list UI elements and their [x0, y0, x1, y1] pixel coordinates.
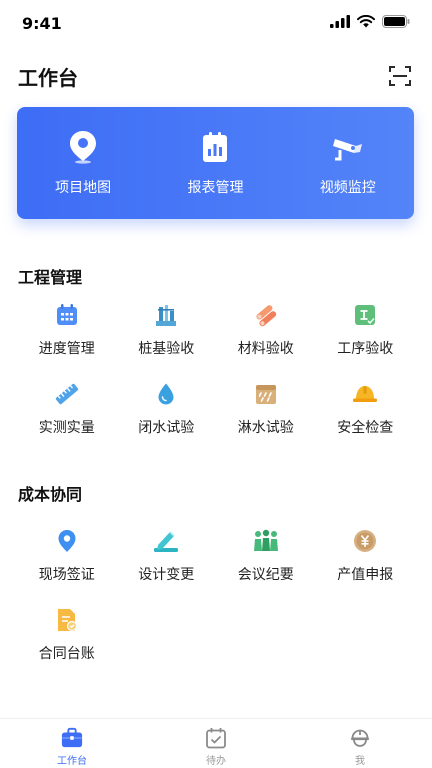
- grid-label: 会议纪要: [237, 567, 294, 583]
- hero-label: 项目地图: [55, 180, 112, 196]
- report-icon: [197, 129, 233, 165]
- hero-label: 报表管理: [187, 180, 244, 196]
- tab-label: 待办: [206, 756, 226, 767]
- report-management-button[interactable]: 报表管理: [160, 129, 270, 197]
- closed-water-test-item[interactable]: 闭水试验: [117, 381, 217, 437]
- scan-button[interactable]: [388, 64, 412, 88]
- tab-workbench[interactable]: 工作台: [0, 719, 144, 768]
- grid-label: 淋水试验: [237, 420, 294, 436]
- tab-me[interactable]: 我: [288, 719, 432, 768]
- grid-label: 工序验收: [337, 341, 394, 357]
- status-icons: [330, 15, 410, 28]
- calendar-icon: [54, 302, 80, 328]
- meeting-icon: [253, 528, 279, 554]
- section-title-cost: 成本协同: [18, 485, 83, 504]
- grid-label: 产值申报: [337, 567, 394, 583]
- measurement-item[interactable]: 实测实量: [17, 381, 117, 437]
- status-bar: 9:41: [0, 0, 432, 46]
- grid-label: 进度管理: [38, 341, 95, 357]
- battery-icon: [382, 15, 410, 28]
- meeting-minutes-item[interactable]: 会议纪要: [216, 528, 316, 584]
- grid-label: 闭水试验: [138, 420, 195, 436]
- grid-label: 现场签证: [38, 567, 95, 583]
- camera-icon: [330, 129, 366, 165]
- water-drop-icon: [153, 381, 179, 407]
- design-change-item[interactable]: 设计变更: [117, 528, 217, 584]
- contract-icon: [54, 607, 80, 633]
- status-time: 9:41: [22, 14, 62, 33]
- location-pin-icon: [65, 129, 101, 165]
- tab-label: 工作台: [57, 756, 87, 767]
- grid-label: 材料验收: [237, 341, 294, 357]
- grid-label: 安全检查: [337, 420, 394, 436]
- scan-icon: [389, 66, 411, 86]
- engineering-grid: 进度管理 桩基验收 材料验收 工序验收 实测实量 闭水试验 淋水试验 安全检查: [17, 302, 415, 437]
- material-icon: [253, 302, 279, 328]
- bottom-tab-bar: 工作台 待办 我: [0, 718, 432, 768]
- edit-icon: [153, 528, 179, 554]
- page-title: 工作台: [18, 66, 78, 90]
- process-acceptance-item[interactable]: 工序验收: [316, 302, 416, 358]
- project-map-button[interactable]: 项目地图: [28, 129, 138, 197]
- grid-label: 设计变更: [138, 567, 195, 583]
- tab-label: 我: [355, 756, 365, 767]
- grid-label: 桩基验收: [138, 341, 195, 357]
- wifi-icon: [357, 15, 375, 28]
- pile-icon: [153, 302, 179, 328]
- rain-test-item[interactable]: 淋水试验: [216, 381, 316, 437]
- pile-acceptance-item[interactable]: 桩基验收: [117, 302, 217, 358]
- grid-label: 实测实量: [38, 420, 95, 436]
- material-acceptance-item[interactable]: 材料验收: [216, 302, 316, 358]
- cost-grid: 现场签证 设计变更 会议纪要 产值申报 合同台账: [17, 528, 415, 663]
- signal-icon: [330, 15, 350, 28]
- grid-label: 合同台账: [38, 646, 95, 662]
- hero-label: 视频监控: [319, 180, 376, 196]
- site-visa-item[interactable]: 现场签证: [17, 528, 117, 584]
- section-title-engineering: 工程管理: [18, 268, 83, 287]
- output-value-declare-item[interactable]: 产值申报: [316, 528, 416, 584]
- location-icon: [54, 528, 80, 554]
- quick-access-card: 项目地图 报表管理 视频监控: [17, 107, 414, 219]
- progress-management-item[interactable]: 进度管理: [17, 302, 117, 358]
- tab-todo[interactable]: 待办: [144, 719, 288, 768]
- yuan-icon: [352, 528, 378, 554]
- ruler-icon: [54, 381, 80, 407]
- contract-ledger-item[interactable]: 合同台账: [17, 607, 117, 663]
- briefcase-icon: [61, 727, 83, 749]
- todo-calendar-icon: [205, 727, 227, 749]
- helmet-icon: [352, 381, 378, 407]
- video-monitor-button[interactable]: 视频监控: [293, 129, 403, 197]
- process-icon: [352, 302, 378, 328]
- profile-helmet-icon: [349, 727, 371, 749]
- rain-test-icon: [253, 381, 279, 407]
- safety-check-item[interactable]: 安全检查: [316, 381, 416, 437]
